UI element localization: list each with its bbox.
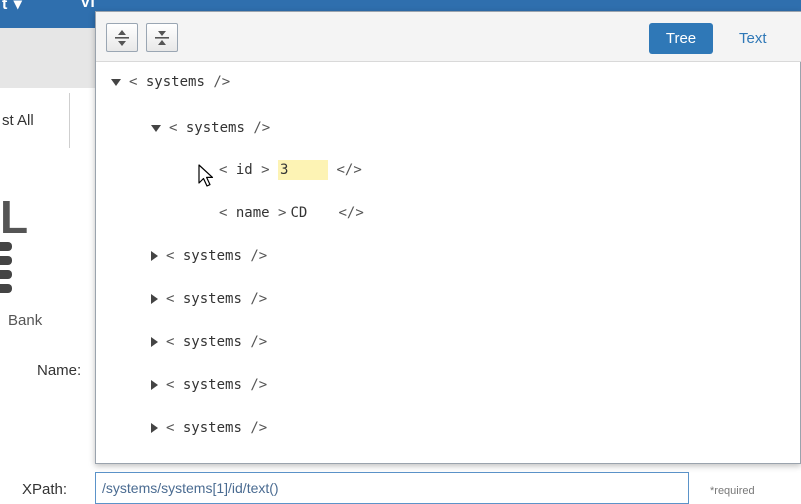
name-value[interactable]: CD [286, 203, 338, 223]
tree-leaf-id[interactable]: < id > 3 </> [219, 160, 362, 180]
text-view-tab[interactable]: Text [739, 23, 767, 54]
collapse-all-icon [155, 31, 169, 45]
tree-node-root[interactable]: < systems /> [111, 72, 230, 92]
expand-all-icon [115, 30, 129, 46]
list-all-button[interactable]: st All [0, 93, 70, 148]
tree-node-collapsed[interactable]: < systems /> [151, 246, 267, 266]
tree-node-collapsed[interactable]: < systems /> [151, 418, 267, 438]
required-note: *required [710, 485, 755, 497]
mouse-cursor-icon [198, 164, 214, 187]
nav-menu-fragment[interactable]: t ▾ [2, 0, 23, 14]
tree-node-collapsed[interactable]: < systems /> [151, 332, 267, 352]
collapsed-triangle-icon[interactable] [151, 423, 158, 433]
xml-tree: < systems /> < systems /> < id > 3 </> <… [96, 63, 801, 463]
nav-menu-fragment-v[interactable]: Vi [80, 0, 95, 12]
collapse-all-button[interactable] [146, 23, 178, 52]
tree-leaf-name[interactable]: < name > CD </> [219, 203, 364, 223]
expanded-triangle-icon[interactable] [151, 124, 161, 132]
xpath-input[interactable] [95, 472, 689, 504]
collapsed-triangle-icon[interactable] [151, 251, 158, 261]
tree-node-child[interactable]: < systems /> [151, 118, 270, 138]
collapsed-triangle-icon[interactable] [151, 294, 158, 304]
name-label: Name: [37, 362, 82, 379]
tree-node-collapsed[interactable]: < systems /> [151, 375, 267, 395]
tree-view-button[interactable]: Tree [649, 23, 713, 54]
popup-toolbar: Tree Text [96, 12, 801, 62]
collapsed-triangle-icon[interactable] [151, 337, 158, 347]
tree-node-collapsed[interactable]: < systems /> [151, 289, 267, 309]
expanded-triangle-icon[interactable] [111, 78, 121, 86]
logo-letter: L [0, 191, 29, 243]
collapsed-triangle-icon[interactable] [151, 380, 158, 390]
expand-all-button[interactable] [106, 23, 138, 52]
id-value[interactable]: 3 [278, 160, 329, 180]
logo-icon [0, 242, 12, 302]
xml-tree-popup: Tree Text < systems /> < systems /> < id… [95, 11, 801, 464]
xpath-label: XPath: [22, 481, 68, 498]
bank-label: Bank [8, 312, 43, 329]
